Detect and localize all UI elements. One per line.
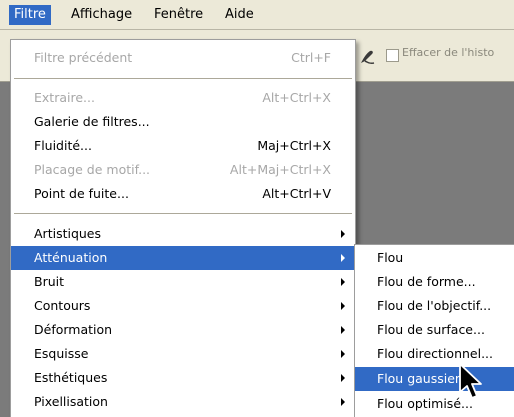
menu-item-attenuation[interactable]: Atténuation bbox=[11, 246, 355, 270]
submenu-item-label: Flou bbox=[377, 250, 404, 265]
erase-history-checkbox[interactable] bbox=[386, 49, 399, 62]
menu-item-label: Placage de motif... bbox=[34, 162, 151, 177]
menu-item-label: Esthétiques bbox=[34, 370, 108, 385]
menu-item-esthetiques[interactable]: Esthétiques bbox=[11, 366, 355, 390]
menu-item-label: Atténuation bbox=[34, 250, 108, 265]
menu-item-contours[interactable]: Contours bbox=[11, 294, 355, 318]
submenu-item-label: Flou de l'objectif... bbox=[377, 298, 492, 313]
menu-item-point-de-fuite[interactable]: Point de fuite... Alt+Ctrl+V bbox=[11, 182, 355, 206]
menu-item-shortcut: Maj+Ctrl+X bbox=[257, 138, 331, 153]
erase-history-label: Effacer de l'histo bbox=[402, 46, 495, 59]
submenu-arrow-icon bbox=[341, 230, 345, 238]
submenu-item-flou-optimise[interactable]: Flou optimisé... bbox=[355, 392, 514, 416]
menu-item-label: Galerie de filtres... bbox=[34, 114, 150, 129]
menu-filtre[interactable]: Filtre bbox=[9, 5, 51, 25]
menu-item-extraire[interactable]: Extraire... Alt+Ctrl+X bbox=[11, 86, 355, 110]
submenu-item-label: Flou de surface... bbox=[377, 322, 485, 337]
menu-item-previous-filter[interactable]: Filtre précédent Ctrl+F bbox=[11, 46, 355, 70]
menu-item-label: Pixellisation bbox=[34, 394, 108, 409]
menu-aide[interactable]: Aide bbox=[220, 5, 259, 25]
submenu-arrow-icon bbox=[341, 326, 345, 334]
menu-item-deformation[interactable]: Déformation bbox=[11, 318, 355, 342]
menu-item-artistiques[interactable]: Artistiques bbox=[11, 222, 355, 246]
menu-item-label: Déformation bbox=[34, 322, 113, 337]
menu-item-placage[interactable]: Placage de motif... Alt+Maj+Ctrl+X bbox=[11, 158, 355, 182]
submenu-arrow-icon bbox=[341, 278, 345, 286]
submenu-arrow-icon bbox=[341, 254, 345, 262]
submenu-item-flou-directionnel[interactable]: Flou directionnel... bbox=[355, 342, 514, 366]
menubar: Filtre Affichage Fenêtre Aide bbox=[0, 0, 514, 30]
menu-item-label: Fluidité... bbox=[34, 138, 92, 153]
menu-affichage[interactable]: Affichage bbox=[66, 5, 137, 25]
menu-item-shortcut: Alt+Ctrl+V bbox=[262, 186, 331, 201]
submenu-item-flou[interactable]: Flou bbox=[355, 246, 514, 270]
submenu-arrow-icon bbox=[341, 398, 345, 406]
submenu-arrow-icon bbox=[341, 302, 345, 310]
menu-item-shortcut: Ctrl+F bbox=[291, 50, 331, 65]
mouse-pointer-icon bbox=[459, 363, 482, 399]
menu-item-pixellisation[interactable]: Pixellisation bbox=[11, 390, 355, 414]
menu-separator bbox=[14, 78, 352, 80]
submenu-item-flou-gaussien[interactable]: Flou gaussien... bbox=[355, 367, 514, 391]
menu-item-label: Bruit bbox=[34, 274, 65, 289]
blur-submenu: Flou Flou de forme... Flou de l'objectif… bbox=[354, 244, 514, 417]
submenu-arrow-icon bbox=[341, 374, 345, 382]
submenu-item-label: Flou de forme... bbox=[377, 274, 476, 289]
menu-item-shortcut: Alt+Ctrl+X bbox=[262, 90, 331, 105]
menu-item-shortcut: Alt+Maj+Ctrl+X bbox=[229, 162, 331, 177]
submenu-item-flou-de-forme[interactable]: Flou de forme... bbox=[355, 270, 514, 294]
menu-item-label: Contours bbox=[34, 298, 91, 313]
submenu-item-flou-de-surface[interactable]: Flou de surface... bbox=[355, 318, 514, 342]
menu-item-label: Point de fuite... bbox=[34, 186, 129, 201]
submenu-arrow-icon bbox=[341, 350, 345, 358]
submenu-item-flou-objectif[interactable]: Flou de l'objectif... bbox=[355, 294, 514, 318]
menu-fenetre[interactable]: Fenêtre bbox=[149, 5, 208, 25]
menu-separator bbox=[14, 213, 352, 215]
menu-item-label: Filtre précédent bbox=[34, 50, 133, 65]
menu-item-label: Extraire... bbox=[34, 90, 95, 105]
filter-menu: Filtre précédent Ctrl+F Extraire... Alt+… bbox=[10, 39, 356, 417]
brush-icon[interactable] bbox=[358, 47, 380, 67]
menu-item-label: Artistiques bbox=[34, 226, 102, 241]
menu-item-fluidite[interactable]: Fluidité... Maj+Ctrl+X bbox=[11, 134, 355, 158]
menu-item-galerie[interactable]: Galerie de filtres... bbox=[11, 110, 355, 134]
menu-item-esquisse[interactable]: Esquisse bbox=[11, 342, 355, 366]
menu-item-label: Esquisse bbox=[34, 346, 89, 361]
menu-item-bruit[interactable]: Bruit bbox=[11, 270, 355, 294]
